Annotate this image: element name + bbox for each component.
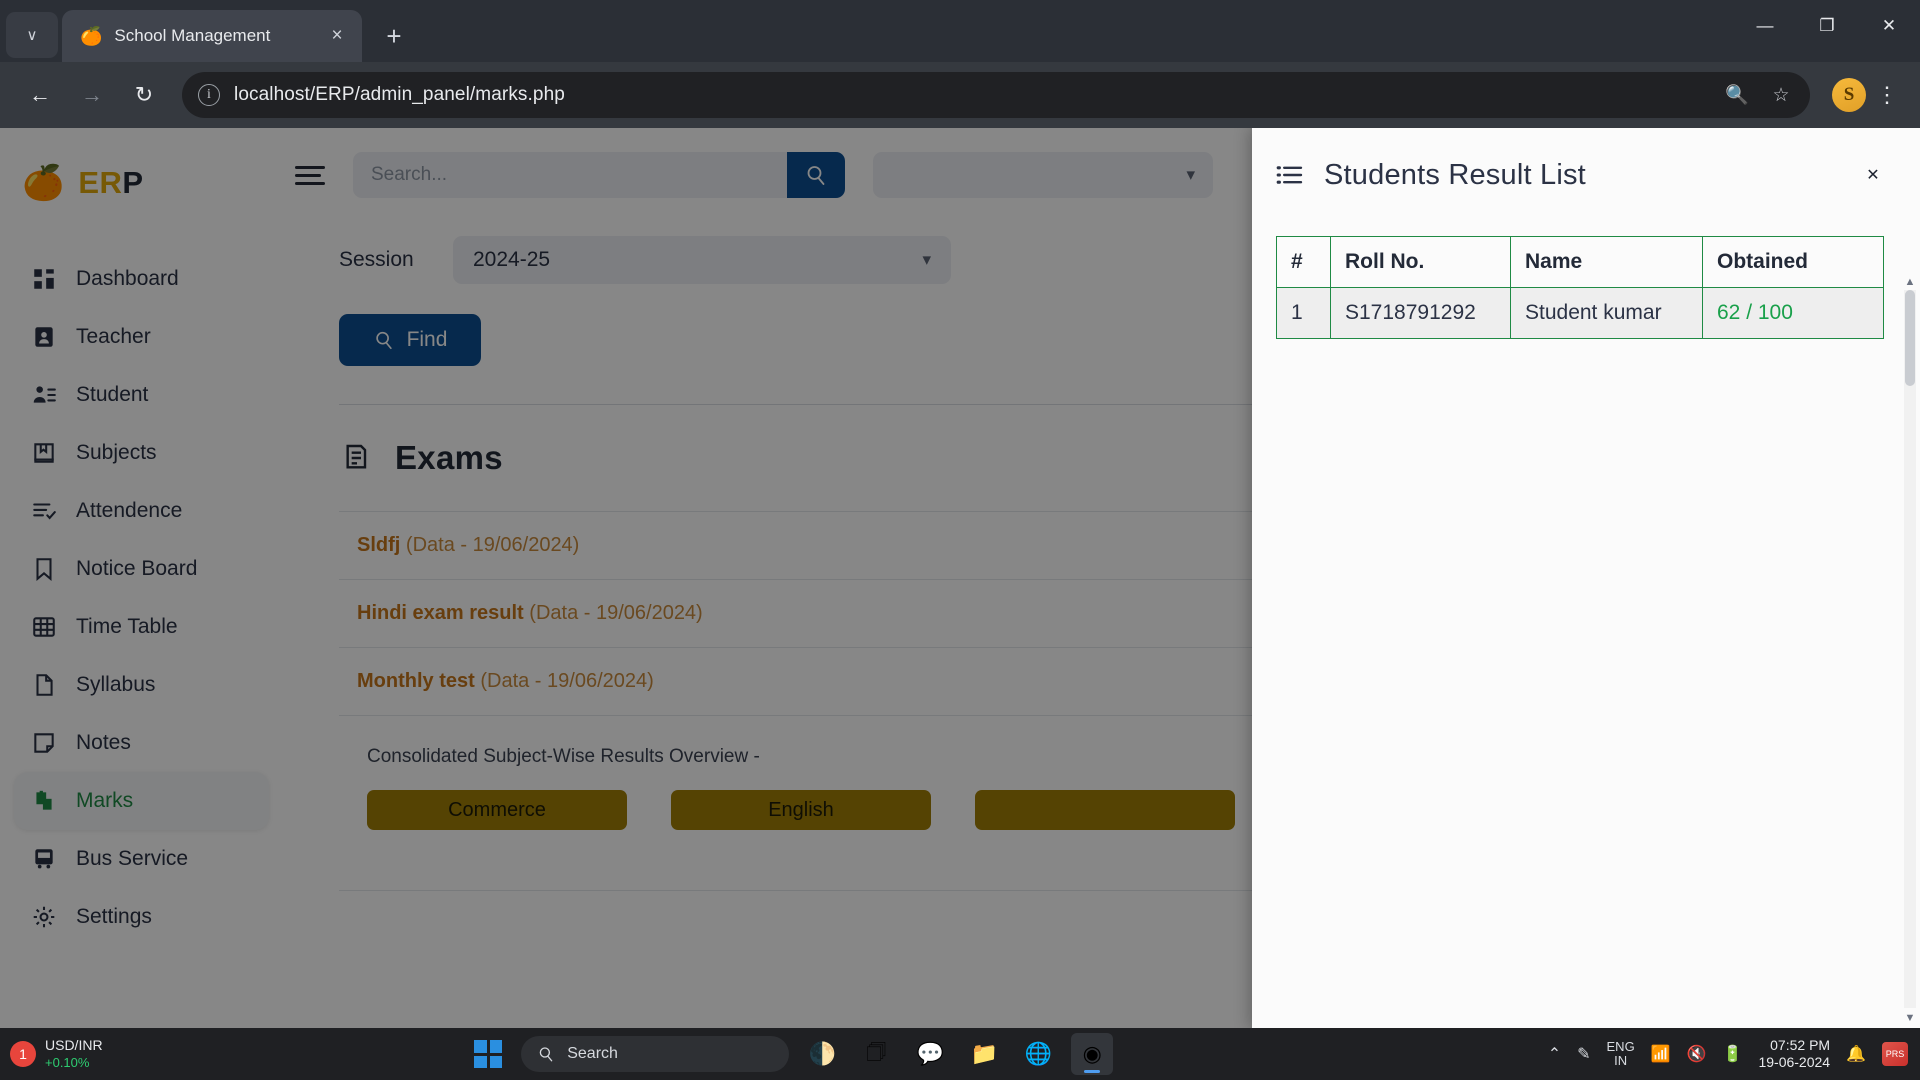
list-icon xyxy=(1274,163,1304,187)
notification-badge: 1 xyxy=(10,1041,36,1067)
scrollbar-track[interactable] xyxy=(1904,290,1916,1008)
site-info-icon[interactable]: i xyxy=(198,84,220,106)
browser-tab[interactable]: 🍊 School Management × xyxy=(62,10,362,62)
battery-icon[interactable]: 🔋 xyxy=(1723,1044,1743,1064)
task-view-icon[interactable]: 🗇 xyxy=(855,1033,897,1075)
file-explorer-icon[interactable]: 📁 xyxy=(963,1033,1005,1075)
modal-header: Students Result List ✕ xyxy=(1252,128,1920,194)
language-indicator[interactable]: ENG IN xyxy=(1607,1040,1635,1069)
column-header-roll-no: Roll No. xyxy=(1331,237,1511,288)
modal-backdrop[interactable] xyxy=(0,128,1252,1028)
scroll-down-icon[interactable]: ▼ xyxy=(1904,1012,1916,1024)
taskbar-search-label: Search xyxy=(567,1045,618,1063)
taskbar-center: Search 🌓 🗇 💬 📁 🌐 ◉ xyxy=(467,1033,1113,1075)
cell-name: Student kumar xyxy=(1511,288,1703,339)
browser-window: ∨ 🍊 School Management × + — ❐ ✕ ← → ↻ i … xyxy=(0,0,1920,1080)
students-result-modal: Students Result List ✕ # Roll No. Name O… xyxy=(1252,128,1920,1028)
column-header-name: Name xyxy=(1511,237,1703,288)
page-viewport: 🍊 ERP Dashboard Teacher Student xyxy=(0,128,1920,1028)
windows-taskbar: 1 USD/INR +0.10% Search 🌓 🗇 💬 📁 🌐 ◉ ⌃ ✎ xyxy=(0,1028,1920,1080)
new-tab-button[interactable]: + xyxy=(374,16,414,56)
back-button[interactable]: ← xyxy=(16,71,64,119)
clock-date: 19-06-2024 xyxy=(1758,1054,1830,1072)
column-header-obtained: Obtained xyxy=(1703,237,1884,288)
browser-menu-icon[interactable]: ⋮ xyxy=(1870,82,1904,108)
window-controls: — ❐ ✕ xyxy=(1734,0,1920,62)
minimize-button[interactable]: — xyxy=(1734,0,1796,52)
cell-index: 1 xyxy=(1277,288,1331,339)
taskbar-search[interactable]: Search xyxy=(521,1036,789,1072)
system-tray: ⌃ ✎ ENG IN 📶 🔇 🔋 07:52 PM 19-06-2024 🔔 P… xyxy=(1548,1037,1920,1072)
column-header-index: # xyxy=(1277,237,1331,288)
stock-change: +0.10% xyxy=(45,1055,103,1071)
scrollbar-thumb[interactable] xyxy=(1905,290,1915,386)
table-row[interactable]: 1 S1718791292 Student kumar 62 / 100 xyxy=(1277,288,1884,339)
search-icon xyxy=(537,1045,555,1063)
tray-expand-icon[interactable]: ⌃ xyxy=(1548,1044,1561,1064)
browser-toolbar: ← → ↻ i localhost/ERP/admin_panel/marks.… xyxy=(0,62,1920,128)
modal-scrollbar[interactable] xyxy=(1904,290,1916,1008)
cell-roll-no: S1718791292 xyxy=(1331,288,1511,339)
tab-title: School Management xyxy=(114,26,312,46)
wifi-icon[interactable]: 📶 xyxy=(1651,1044,1671,1064)
cell-obtained: 62 / 100 xyxy=(1703,288,1884,339)
url-text: localhost/ERP/admin_panel/marks.php xyxy=(234,84,1708,106)
modal-title: Students Result List xyxy=(1324,159,1586,192)
copilot-icon[interactable]: 🌓 xyxy=(801,1033,843,1075)
results-table: # Roll No. Name Obtained 1 S1718791292 S… xyxy=(1276,236,1884,339)
windows-start-icon[interactable] xyxy=(467,1033,509,1075)
reload-button[interactable]: ↻ xyxy=(120,71,168,119)
stock-pair: USD/INR xyxy=(45,1037,103,1055)
bookmark-star-icon[interactable]: ☆ xyxy=(1766,84,1796,107)
close-icon[interactable]: ✕ xyxy=(1854,156,1892,194)
tangerine-icon: 🍊 xyxy=(80,27,102,45)
table-header-row: # Roll No. Name Obtained xyxy=(1277,237,1884,288)
scroll-up-icon[interactable]: ▲ xyxy=(1904,276,1916,288)
zoom-search-icon[interactable]: 🔍 xyxy=(1722,83,1752,107)
profile-avatar[interactable]: S xyxy=(1832,78,1866,112)
clock[interactable]: 07:52 PM 19-06-2024 xyxy=(1758,1037,1830,1072)
chrome-icon[interactable]: ◉ xyxy=(1071,1033,1113,1075)
pen-icon[interactable]: ✎ xyxy=(1577,1044,1590,1064)
tab-search-button[interactable]: ∨ xyxy=(6,12,58,58)
tab-strip: ∨ 🍊 School Management × + — ❐ ✕ xyxy=(0,0,1920,62)
teams-icon[interactable]: 💬 xyxy=(909,1033,951,1075)
edge-icon[interactable]: 🌐 xyxy=(1017,1033,1059,1075)
forward-button[interactable]: → xyxy=(68,71,116,119)
language-code: ENG xyxy=(1607,1040,1635,1054)
address-bar[interactable]: i localhost/ERP/admin_panel/marks.php 🔍 … xyxy=(182,72,1810,118)
stock-widget[interactable]: 1 USD/INR +0.10% xyxy=(0,1037,250,1071)
modal-body: # Roll No. Name Obtained 1 S1718791292 S… xyxy=(1252,194,1920,1014)
tray-app-badge[interactable]: PRS xyxy=(1882,1042,1908,1066)
chevron-down-icon: ∨ xyxy=(27,26,38,44)
window-close-button[interactable]: ✕ xyxy=(1858,0,1920,52)
close-icon[interactable]: × xyxy=(324,23,350,49)
volume-mute-icon[interactable]: 🔇 xyxy=(1687,1044,1707,1064)
region-code: IN xyxy=(1607,1054,1635,1068)
bell-icon[interactable]: 🔔 xyxy=(1846,1044,1866,1064)
clock-time: 07:52 PM xyxy=(1758,1037,1830,1055)
maximize-button[interactable]: ❐ xyxy=(1796,0,1858,52)
